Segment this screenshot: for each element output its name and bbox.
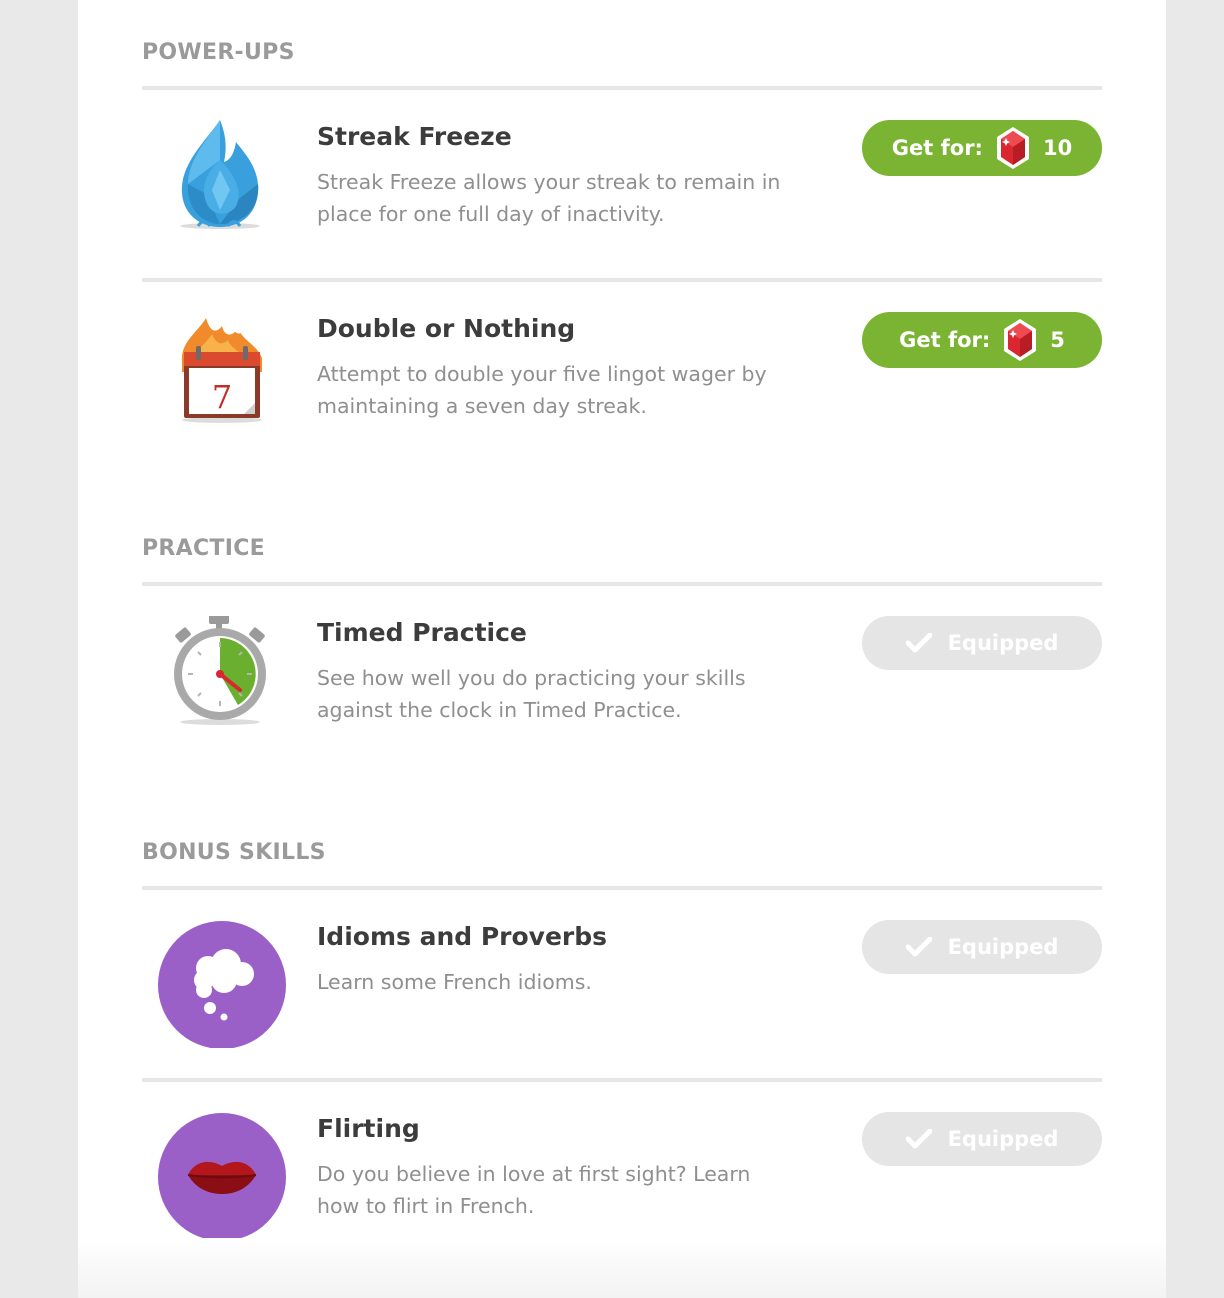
button-label: Get for: [891, 136, 983, 160]
ice-flame-icon [158, 120, 286, 248]
burning-calendar-icon: 7 [158, 312, 286, 440]
item-description: Learn some French idioms. [317, 970, 592, 994]
item-description: See how well you do practicing your skil… [317, 666, 746, 722]
shop-item-idioms-and-proverbs: Idioms and Proverbs Learn some French id… [142, 920, 1102, 1070]
item-title: Streak Freeze [317, 122, 512, 151]
timed-practice-equipped-button[interactable]: Equipped [862, 616, 1102, 670]
button-label: Get for: [899, 328, 991, 352]
item-title: Double or Nothing [317, 314, 576, 343]
price-value: 10 [1042, 136, 1073, 160]
get-streak-freeze-button[interactable]: Get for: 10 [862, 120, 1102, 176]
button-label: Equipped [947, 1127, 1059, 1151]
item-divider [142, 1078, 1102, 1082]
section-divider [142, 886, 1102, 890]
section-divider [142, 582, 1102, 586]
button-label: Equipped [947, 631, 1059, 655]
item-divider [142, 278, 1102, 282]
flirting-equipped-button[interactable]: Equipped [862, 1112, 1102, 1166]
lingot-gem-icon [1002, 318, 1038, 362]
checkmark-icon [905, 1129, 932, 1149]
item-title: Flirting [317, 1114, 420, 1143]
checkmark-icon [905, 937, 932, 957]
item-description: Attempt to double your five lingot wager… [317, 362, 767, 418]
checkmark-icon [905, 633, 932, 653]
item-description: Do you believe in love at first sight? L… [317, 1162, 751, 1218]
stopwatch-icon [158, 616, 286, 744]
section-divider [142, 86, 1102, 90]
section-title-practice: PRACTICE [142, 536, 266, 561]
calendar-day-number: 7 [212, 378, 232, 416]
lingot-gem-icon [995, 126, 1031, 170]
price-value: 5 [1050, 328, 1065, 352]
lips-icon [158, 1112, 286, 1240]
item-title: Idioms and Proverbs [317, 922, 608, 951]
button-label: Equipped [947, 935, 1059, 959]
thought-bubble-icon [158, 920, 286, 1048]
shop-item-double-or-nothing: 7 Double or Nothing Attempt to double yo… [142, 312, 1102, 462]
shop-item-timed-practice: Timed Practice See how well you do pract… [142, 616, 1102, 766]
shop-item-streak-freeze: Streak Freeze Streak Freeze allows your … [142, 120, 1102, 270]
section-title-bonus-skills: BONUS SKILLS [142, 840, 326, 865]
get-double-or-nothing-button[interactable]: Get for: 5 [862, 312, 1102, 368]
shop-page: POWER-UPS Streak Freeze Streak Freeze al… [78, 0, 1166, 1298]
section-title-power-ups: POWER-UPS [142, 40, 295, 65]
bottom-fade [78, 1238, 1166, 1298]
item-description: Streak Freeze allows your streak to rema… [317, 170, 781, 226]
idioms-equipped-button[interactable]: Equipped [862, 920, 1102, 974]
item-title: Timed Practice [317, 618, 527, 647]
